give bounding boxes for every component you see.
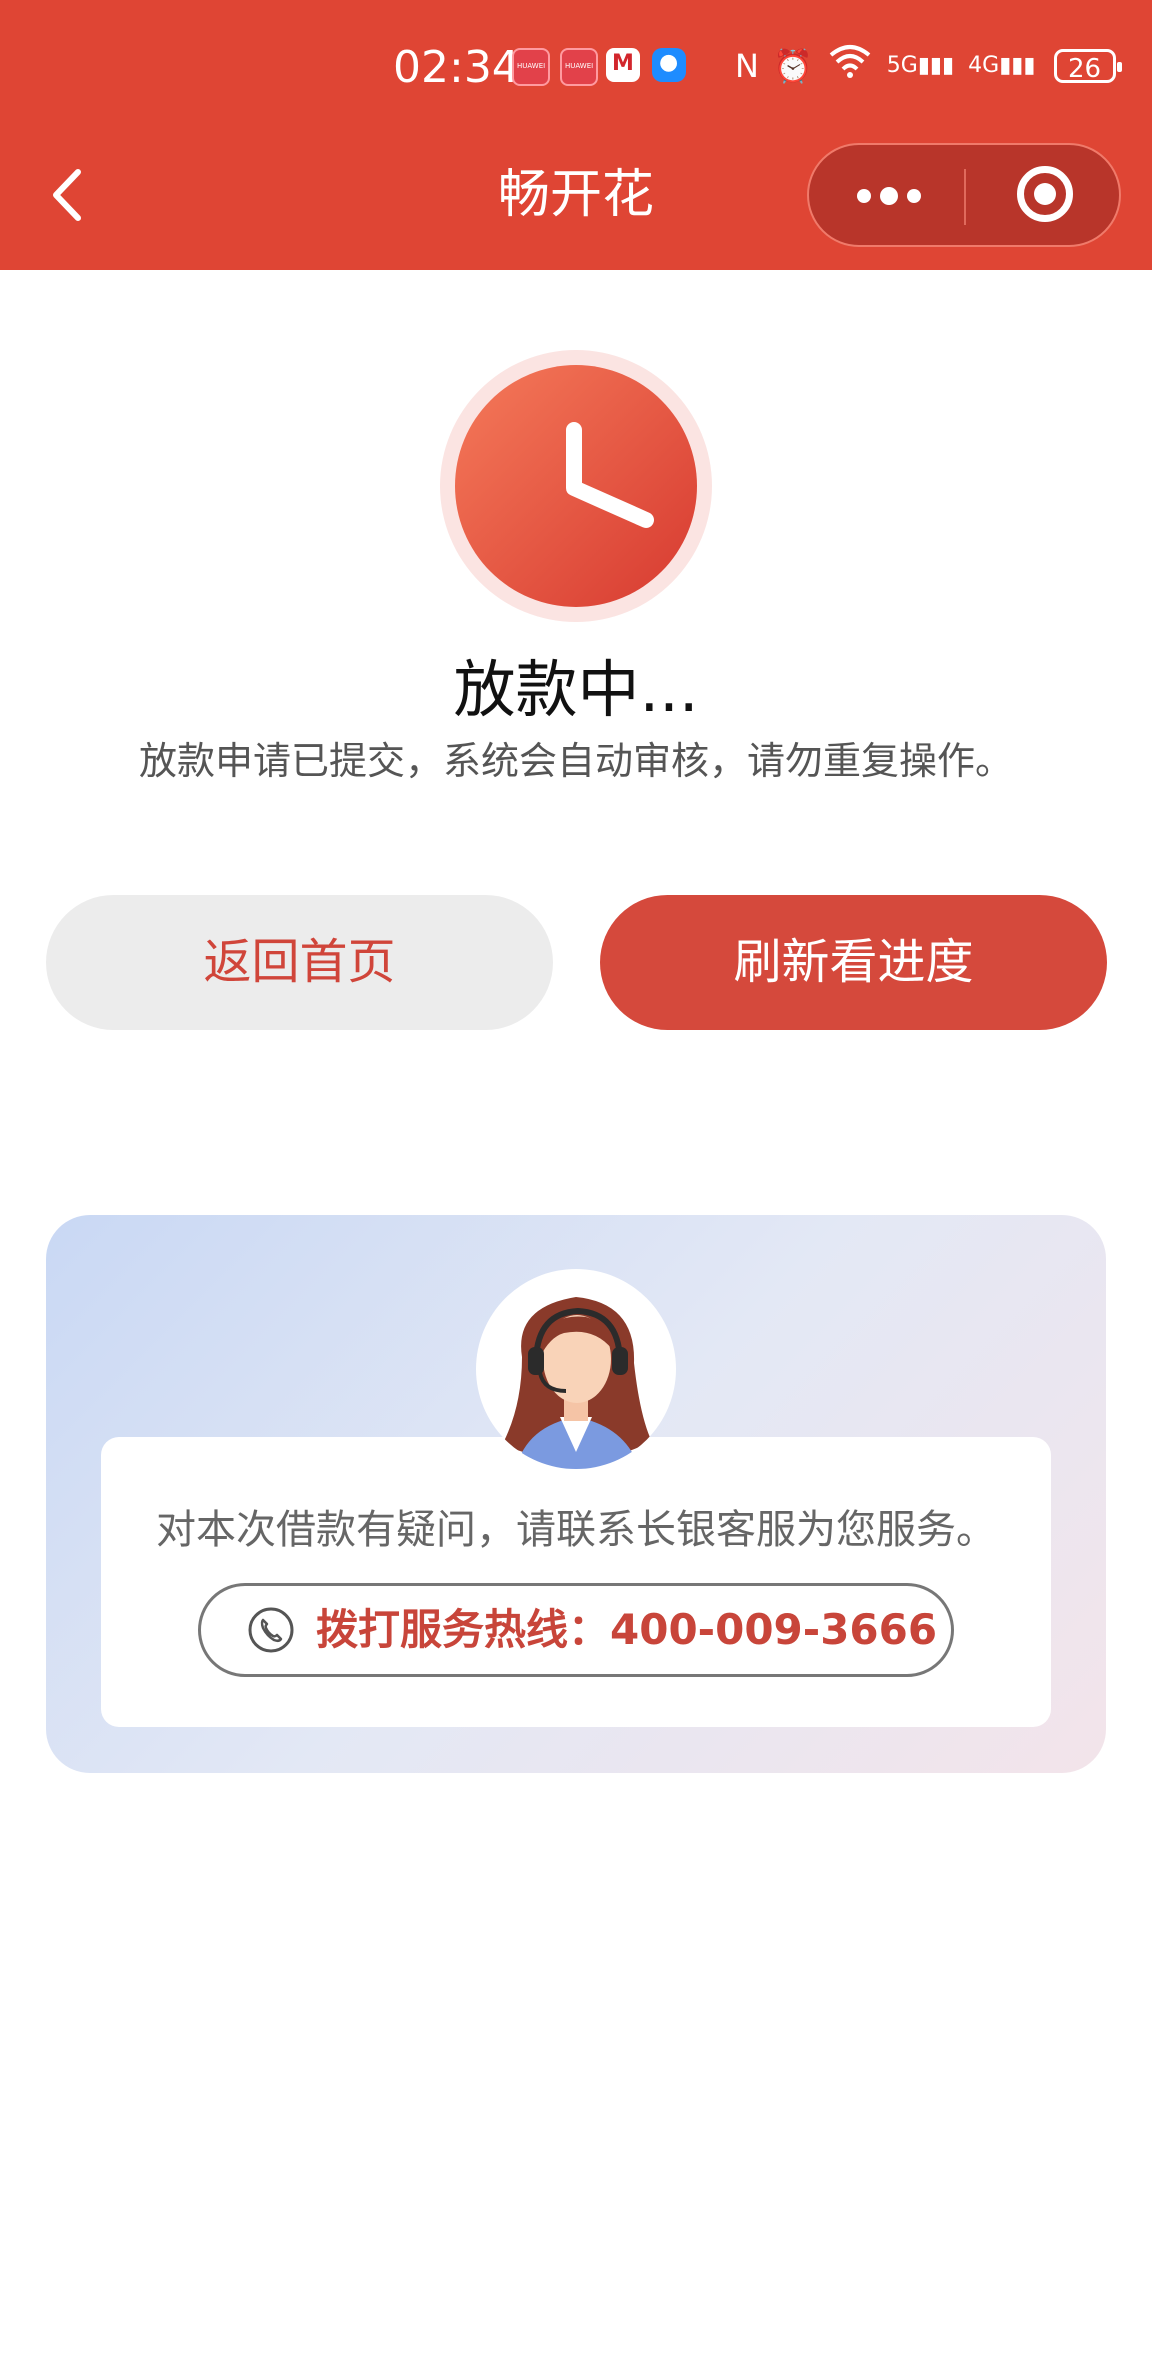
system-status-icons: N ⏰ 5G▮▮▮ 4G▮▮▮ 26 <box>735 43 1122 90</box>
alarm-icon: ⏰ <box>772 47 813 85</box>
huawei-store-icon: HUAWEI <box>512 48 550 86</box>
refresh-progress-button[interactable]: 刷新看进度 <box>600 895 1107 1030</box>
app-header: 02:34 HUAWEI HUAWEI M ● N ⏰ 5G▮▮▮ 4G▮▮▮ … <box>0 0 1152 270</box>
huawei-store-icon: HUAWEI <box>560 48 598 86</box>
4g-signal-icon: 4G▮▮▮ <box>968 53 1036 78</box>
hotline-button[interactable]: 拨打服务热线：400-009-3666 <box>198 1583 954 1677</box>
message-icon: ● <box>652 48 686 82</box>
more-button[interactable] <box>809 145 964 245</box>
wifi-glyph <box>829 44 871 78</box>
clock-icon <box>440 350 712 622</box>
hotline-label: 拨打服务热线：400-009-3666 <box>316 1605 938 1654</box>
more-dot-icon <box>857 189 871 203</box>
mini-program-capsule <box>807 143 1121 247</box>
phone-icon <box>248 1607 294 1653</box>
nfc-icon: N <box>735 47 759 85</box>
customer-service-card: 对本次借款有疑问，请联系长银客服为您服务。 拨打服务热线：400-009-366… <box>46 1215 1106 1773</box>
more-dot-icon <box>880 187 898 205</box>
service-inner-card: 对本次借款有疑问，请联系长银客服为您服务。 拨打服务热线：400-009-366… <box>101 1437 1051 1727</box>
bank-app-icon: M <box>606 48 640 82</box>
close-mini-program-button[interactable] <box>966 145 1121 245</box>
5g-label: 5G <box>886 53 918 78</box>
status-description: 放款申请已提交，系统会自动审核，请勿重复操作。 <box>138 739 1013 783</box>
target-icon-core <box>1034 183 1056 205</box>
battery-icon: 26 <box>1053 49 1122 84</box>
4g-label: 4G <box>968 53 1000 78</box>
status-time: 02:34 <box>393 42 520 93</box>
more-dot-icon <box>907 189 921 203</box>
wifi-icon <box>827 43 873 90</box>
status-title: 放款中... <box>453 653 699 726</box>
customer-service-avatar <box>474 1267 678 1471</box>
5g-signal-icon: 5G▮▮▮ <box>886 53 955 78</box>
return-home-button[interactable]: 返回首页 <box>46 895 553 1030</box>
service-text: 对本次借款有疑问，请联系长银客服为您服务。 <box>156 1507 996 1553</box>
